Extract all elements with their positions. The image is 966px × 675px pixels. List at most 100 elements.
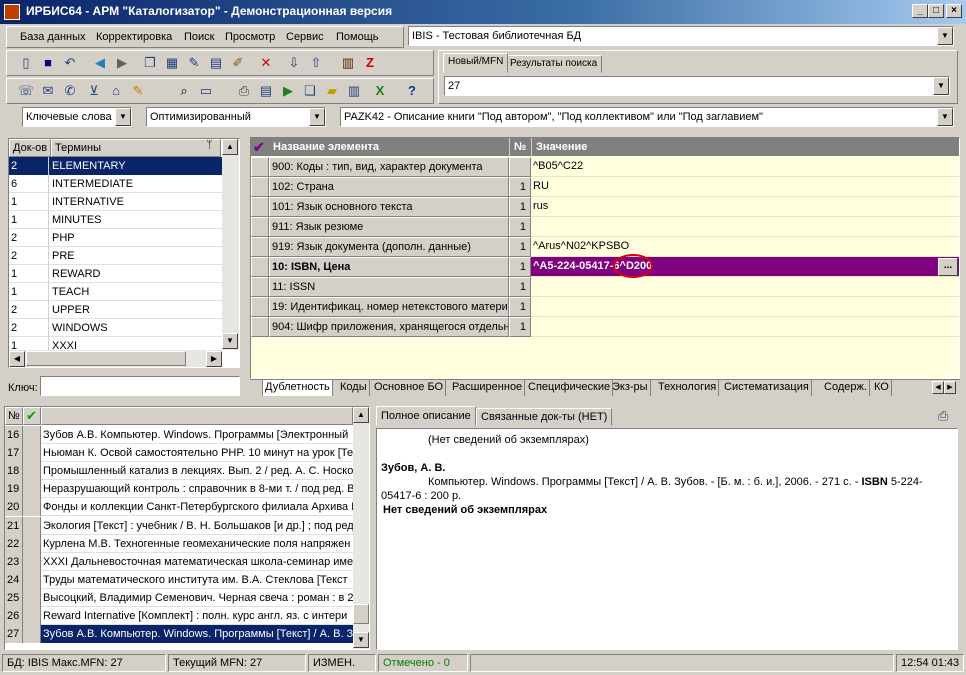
tab-field-8[interactable]: Содерж. (822, 380, 870, 396)
record-row-check[interactable] (23, 552, 41, 571)
menu-service[interactable]: Сервис (286, 31, 324, 43)
field-row-name[interactable]: 900: Коды : тип, вид, характер документа (269, 157, 509, 177)
checkmark-icon[interactable]: ✔ (251, 138, 269, 156)
records-header-text[interactable] (41, 407, 353, 425)
dict-scrollbar[interactable] (222, 139, 239, 350)
field-row-selector[interactable] (251, 277, 269, 297)
field-row-selector[interactable] (251, 237, 269, 257)
field-row-name[interactable]: 904: Шифр приложения, хранящегося отдель… (269, 317, 509, 337)
records-scroll-thumb[interactable] (353, 604, 369, 624)
checkmark-icon[interactable]: ✔ (23, 407, 41, 425)
tab-full-description[interactable]: Полное описание (376, 406, 476, 426)
dict-header-terms[interactable]: Термины (51, 139, 221, 157)
database-select[interactable]: IBIS - Тестовая библиотечная БД ▼ (408, 26, 954, 46)
tab-search-results[interactable]: Результаты поиска (505, 55, 603, 73)
field-row-selector[interactable] (251, 297, 269, 317)
grid-icon[interactable]: ▦ (162, 53, 182, 73)
record-row[interactable]: 22 Курлена М.В. Техногенные геомеханическ… (5, 534, 353, 553)
new-record-icon[interactable]: ▯ (16, 53, 36, 73)
play-icon[interactable]: ▶ (278, 81, 298, 101)
record-row-check[interactable] (23, 516, 41, 535)
chevron-down-icon[interactable]: ▼ (309, 108, 325, 126)
chevron-down-icon[interactable]: ▼ (937, 27, 953, 45)
app-icon[interactable] (4, 4, 20, 20)
fields-header-num[interactable]: № (509, 138, 531, 156)
field-row-value[interactable]: RU (531, 177, 959, 197)
chat-icon[interactable]: ☏ (16, 81, 36, 101)
copy-icon[interactable]: ❏ (300, 81, 320, 101)
back-arrow-icon[interactable]: ◀ (90, 53, 110, 73)
record-row-check[interactable] (23, 588, 41, 607)
dict-hscroll-thumb[interactable] (26, 351, 186, 366)
magnifier-icon[interactable]: ⌕ (174, 81, 194, 101)
title-bar[interactable]: ИРБИС64 - АРМ "Каталогизатор" - Демонстр… (0, 0, 966, 24)
record-row-check[interactable] (23, 625, 41, 644)
tab-field-6[interactable]: Технология (656, 380, 720, 396)
tab-field-1[interactable]: Коды (338, 380, 370, 396)
tab-field-4[interactable]: Специфические (526, 380, 614, 396)
record-row[interactable]: 19 Неразрушающий контроль : справочник в … (5, 480, 353, 499)
dict-row[interactable]: 1 INTERNATIVE (9, 193, 222, 211)
worksheet-select[interactable]: PAZK42 - Описание книги "Под автором", "… (340, 107, 954, 127)
tab-field-2[interactable]: Основное БО (372, 380, 447, 396)
dict-header-count[interactable]: Док-ов (9, 139, 51, 157)
ellipsis-button[interactable]: ... (938, 258, 958, 276)
archive-icon[interactable]: ▭ (196, 81, 216, 101)
print-list-icon[interactable]: ▤ (256, 81, 276, 101)
field-row-name[interactable]: 911: Язык резюме (269, 217, 509, 237)
field-row-selector[interactable] (251, 157, 269, 177)
field-row-name[interactable]: 919: Язык документа (дополн. данные) (269, 237, 509, 257)
record-row[interactable]: 25 Высоцкий, Владимир Семенович. Черная с… (5, 588, 353, 607)
field-row-value[interactable] (531, 297, 959, 317)
field-row-value[interactable]: ^A5-224-05417-6^D200 (531, 257, 959, 277)
tab-field-7[interactable]: Систематизация (722, 380, 812, 396)
tag-icon[interactable]: ⌂ (106, 81, 126, 101)
copy-record-icon[interactable]: ❐ (140, 53, 160, 73)
record-row-check[interactable] (23, 444, 41, 463)
record-row[interactable]: 18 Промышленный катализ в лекциях. Вып. 2… (5, 462, 353, 481)
record-row-check[interactable] (23, 480, 41, 499)
field-row-selector[interactable] (251, 257, 269, 277)
scroll-down-icon[interactable]: ▼ (353, 632, 369, 648)
folder-icon[interactable]: ▰ (322, 81, 342, 101)
menu-database[interactable]: База данных (20, 31, 86, 43)
scroll-up-icon[interactable]: ▲ (353, 407, 369, 423)
filter-icon[interactable]: ⊻ (84, 81, 104, 101)
field-row-value[interactable]: ^B05^C22 (531, 157, 959, 177)
tab-scroll-left-icon[interactable]: ◀ (932, 381, 944, 394)
minimize-button[interactable]: _ (912, 4, 928, 18)
menu-edit[interactable]: Корректировка (96, 31, 172, 43)
barcode-icon[interactable]: ▥ (338, 53, 358, 73)
help-icon[interactable]: ? (402, 81, 422, 101)
field-row-value[interactable]: ^Arus^N02^KPSBO (531, 237, 959, 257)
tab-field-0[interactable]: Дублетность (262, 380, 333, 396)
delete-icon[interactable]: ✕ (256, 53, 276, 73)
record-row[interactable]: 24 Труды математического института им. В.… (5, 570, 353, 589)
tab-scroll-right-icon[interactable]: ▶ (944, 381, 956, 394)
dict-row[interactable]: 1 REWARD (9, 265, 222, 283)
chevron-down-icon[interactable]: ▼ (937, 108, 953, 126)
dict-row[interactable]: 2 ELEMENTARY (9, 157, 222, 175)
field-row-value[interactable]: rus (531, 197, 959, 217)
field-row-name[interactable]: 10: ISBN, Цена (269, 257, 509, 277)
record-row-check[interactable] (23, 570, 41, 589)
fields-header-value[interactable]: Значение (531, 138, 959, 156)
record-row[interactable]: 20 Фонды и коллекции Санкт-Петербургского… (5, 498, 353, 517)
pen-icon[interactable]: ✐ (228, 53, 248, 73)
import-icon[interactable]: ⇩ (284, 53, 304, 73)
print-icon[interactable]: ⎙ (234, 81, 254, 101)
tab-related-docs[interactable]: Связанные док-ты (НЕТ) (476, 408, 613, 426)
excel-icon[interactable]: X (370, 81, 390, 101)
field-row-name[interactable]: 11: ISSN (269, 277, 509, 297)
print-icon[interactable]: ⎙ (938, 408, 948, 424)
pin-icon[interactable]: ᛘ (206, 139, 213, 151)
menu-help[interactable]: Помощь (336, 31, 379, 43)
edit-icon[interactable]: ✎ (184, 53, 204, 73)
z3950-icon[interactable]: Z (360, 53, 380, 73)
record-row[interactable]: 23 XXXI Дальневосточная математическая шк… (5, 552, 353, 571)
field-row-value[interactable] (531, 277, 959, 297)
menu-search[interactable]: Поиск (184, 31, 214, 43)
record-row-check[interactable] (23, 534, 41, 553)
records-header-num[interactable]: № (5, 407, 23, 425)
menu-view[interactable]: Просмотр (225, 31, 275, 43)
